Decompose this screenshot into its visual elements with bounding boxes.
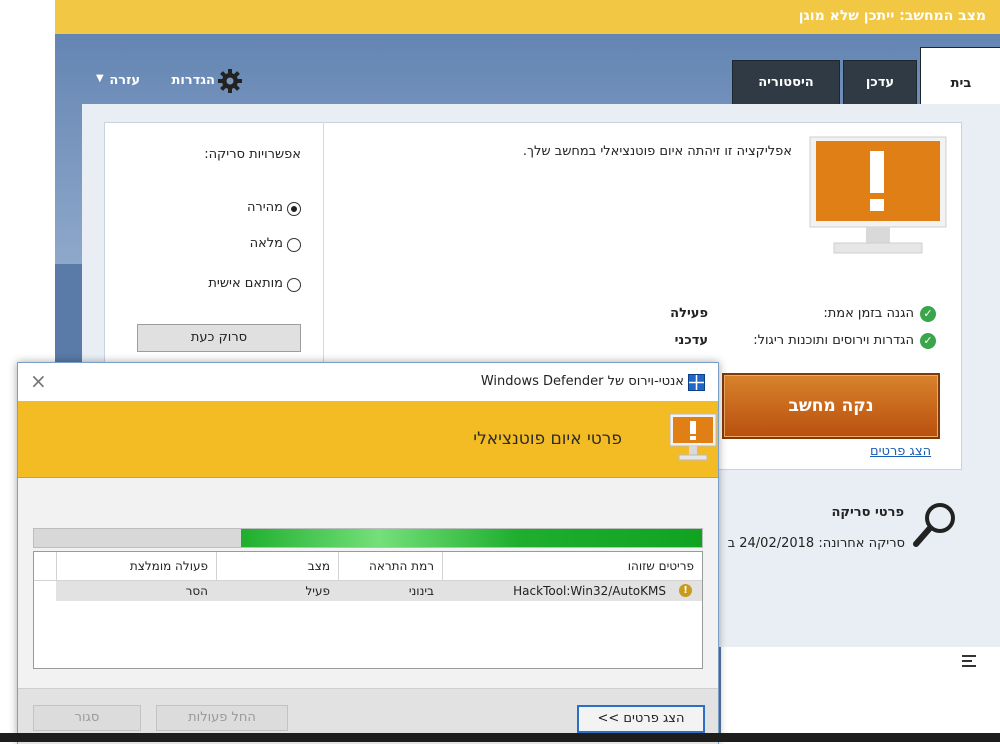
column-header-status[interactable]: מצב xyxy=(216,552,338,580)
column-header-level[interactable]: רמת התראה xyxy=(338,552,442,580)
chevron-down-icon: ▼ xyxy=(96,73,104,84)
show-details-link[interactable]: הצג פרטים xyxy=(870,444,931,459)
tab-home[interactable]: בית xyxy=(920,47,1000,106)
definitions-label: הגדרות וירוסים ותוכנות ריגול: xyxy=(753,333,914,348)
settings-label: הגדרות xyxy=(171,73,215,88)
help-button[interactable]: עזרה ▼ xyxy=(80,68,140,92)
scan-full-radio[interactable] xyxy=(287,238,301,252)
threat-details-dialog: אנטי-וירוס של Windows Defender × פרטי אי… xyxy=(17,362,719,744)
apply-actions-button[interactable]: החל פעולות xyxy=(156,705,288,731)
threat-table: פריטים שזוהו רמת התראה מצב פעולה מומלצת … xyxy=(33,551,703,669)
close-icon[interactable]: × xyxy=(30,369,47,393)
magnifier-icon xyxy=(913,503,955,547)
scan-quick-label: מהירה xyxy=(246,200,283,215)
last-scan-text: סריקה אחרונה: 24/02/2018 ב xyxy=(727,536,905,551)
clean-computer-button[interactable]: נקה מחשב xyxy=(722,373,940,439)
gear-icon xyxy=(218,69,242,93)
show-details-button[interactable]: הצג פרטים >> xyxy=(577,705,705,733)
panel-divider xyxy=(323,122,324,362)
scan-custom-radio[interactable] xyxy=(287,278,301,292)
scan-progress-bar xyxy=(33,528,703,548)
window-title: מצב המחשב: ייתכן שלא מוגן xyxy=(798,8,986,24)
tab-home-label: בית xyxy=(950,76,972,91)
bottom-area xyxy=(721,647,1000,742)
threat-item-level: בינוני xyxy=(408,584,434,598)
tab-history[interactable]: היסטוריה xyxy=(732,60,840,105)
help-label: עזרה xyxy=(109,73,140,88)
threat-item-action[interactable]: הסר xyxy=(56,581,216,601)
dialog-titlebar: אנטי-וירוס של Windows Defender × xyxy=(18,363,718,401)
defender-shield-icon xyxy=(688,374,705,391)
alert-monitor-icon xyxy=(809,136,947,254)
scan-custom-label: מותאם אישית xyxy=(208,276,283,291)
title-bar: מצב המחשב: ייתכן שלא מוגן xyxy=(55,0,1000,35)
scan-now-button[interactable]: סרוק כעת xyxy=(137,324,301,352)
menu-lines-icon[interactable] xyxy=(962,655,976,667)
threat-item-name: HackTool:Win32/AutoKMS xyxy=(513,584,666,598)
scan-options-title: אפשרויות סריקה: xyxy=(204,147,301,162)
tab-update[interactable]: עדכן xyxy=(843,60,917,105)
last-scan-clip: סריקה אחרונה: 24/02/2018 ב xyxy=(717,536,905,556)
close-button[interactable]: סגור xyxy=(33,705,141,731)
realtime-protection-value: פעילה xyxy=(670,306,708,321)
scan-quick-radio[interactable] xyxy=(287,202,301,216)
definitions-value: עדכני xyxy=(674,333,708,348)
realtime-protection-label: הגנה בזמן אמת: xyxy=(823,306,914,321)
threat-item-status: פעיל xyxy=(305,584,330,598)
checkmark-icon: ✓ xyxy=(920,333,936,349)
scan-full-label: מלאה xyxy=(249,236,283,251)
column-header-items[interactable]: פריטים שזוהו xyxy=(442,552,702,580)
checkmark-icon: ✓ xyxy=(920,306,936,322)
dialog-banner: פרטי איום פוטנציאלי xyxy=(18,401,718,478)
settings-button[interactable]: הגדרות xyxy=(165,68,245,93)
dialog-title: אנטי-וירוס של Windows Defender xyxy=(480,374,684,389)
scan-progress-fill xyxy=(241,529,702,547)
scan-details-title: פרטי סריקה xyxy=(831,505,904,520)
alert-monitor-icon xyxy=(669,413,717,461)
alert-message: אפליקציה זו זיהתה איום פוטנציאלי במחשב ש… xyxy=(522,144,792,159)
dialog-heading: פרטי איום פוטנציאלי xyxy=(473,429,622,449)
tab-update-label: עדכן xyxy=(865,75,895,90)
warning-icon: ! xyxy=(679,584,692,597)
taskbar xyxy=(0,733,1000,742)
tab-history-label: היסטוריה xyxy=(758,75,814,90)
column-header-action[interactable]: פעולה מומלצת xyxy=(56,552,216,580)
